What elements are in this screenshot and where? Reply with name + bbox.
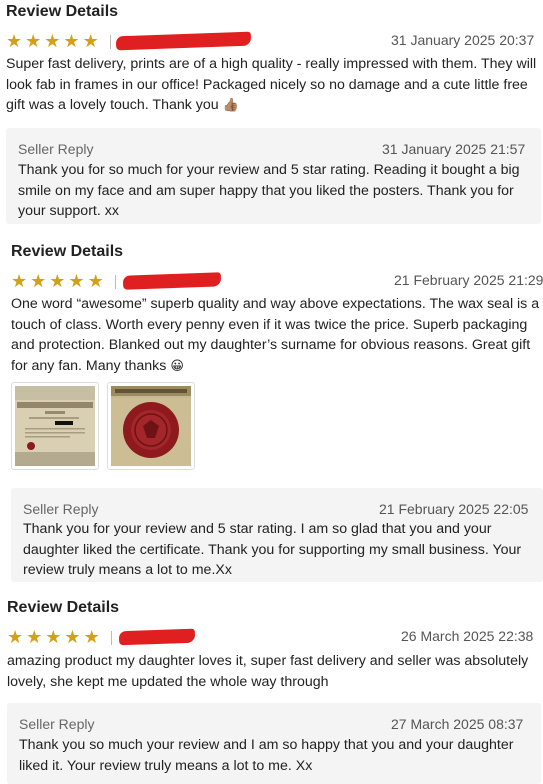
- review-date: 21 February 2025 21:29: [394, 272, 543, 288]
- star-icon: ★: [83, 627, 100, 647]
- review-photo-wax-seal[interactable]: [107, 382, 195, 470]
- star-icon: ★: [64, 627, 81, 647]
- divider: [110, 35, 111, 49]
- star-icon: ★: [68, 271, 85, 291]
- thumbs-up-icon: 👍🏽: [222, 97, 239, 112]
- star-icon: ★: [82, 31, 99, 51]
- reply-date: 21 February 2025 22:05: [379, 501, 529, 517]
- seller-reply: Seller Reply 31 January 2025 21:57 Thank…: [6, 128, 541, 224]
- seller-reply: Seller Reply 21 February 2025 22:05 Than…: [11, 488, 543, 582]
- star-icon: ★: [30, 271, 47, 291]
- review-meta: ★ ★ ★ ★ ★ 26 March 2025 22:38: [7, 628, 543, 648]
- review-meta: ★ ★ ★ ★ ★ 21 February 2025 21:29: [11, 272, 543, 292]
- reply-text: Thank you for your review and 5 star rat…: [23, 521, 522, 578]
- review-title: Review Details: [11, 243, 124, 260]
- star-icon: ★: [45, 627, 62, 647]
- redacted-username: [115, 31, 252, 51]
- review-photo-certificate[interactable]: [11, 382, 99, 470]
- review-text: One word “awesome” superb quality and wa…: [11, 294, 543, 376]
- certificate-photo: [15, 386, 95, 466]
- redacted-username: [118, 628, 196, 646]
- star-icon: ★: [87, 271, 104, 291]
- reply-label: Seller Reply: [19, 716, 95, 732]
- divider: [111, 631, 112, 645]
- review-meta: ★ ★ ★ ★ ★ 31 January 2025 20:37: [6, 31, 543, 52]
- star-rating: ★ ★ ★ ★ ★: [7, 628, 100, 646]
- reply-label: Seller Reply: [23, 501, 99, 517]
- review-text: amazing product my daughter loves it, su…: [7, 651, 543, 692]
- star-icon: ★: [26, 627, 43, 647]
- review-body: amazing product my daughter loves it, su…: [7, 653, 529, 690]
- star-icon: ★: [44, 31, 61, 51]
- review-body: One word “awesome” superb quality and wa…: [11, 296, 540, 374]
- review-body: Super fast delivery, prints are of a hig…: [6, 56, 537, 113]
- star-rating: ★ ★ ★ ★ ★: [11, 272, 104, 290]
- review-date: 31 January 2025 20:37: [391, 32, 535, 48]
- star-icon: ★: [11, 271, 28, 291]
- review-text: Super fast delivery, prints are of a hig…: [6, 54, 540, 116]
- star-icon: ★: [7, 627, 24, 647]
- review-title: Review Details: [7, 599, 120, 616]
- star-icon: ★: [6, 31, 23, 51]
- star-icon: ★: [63, 31, 80, 51]
- redacted-username: [122, 272, 222, 290]
- reply-label: Seller Reply: [18, 141, 94, 157]
- reply-text: Thank you for so much for your review an…: [18, 162, 520, 219]
- seller-reply: Seller Reply 27 March 2025 08:37 Thank y…: [7, 703, 541, 784]
- grinning-face-icon: 😀: [170, 357, 184, 373]
- wax-seal-photo: [111, 386, 191, 466]
- star-icon: ★: [25, 31, 42, 51]
- reply-date: 31 January 2025 21:57: [382, 141, 526, 157]
- star-rating: ★ ★ ★ ★ ★: [6, 32, 99, 50]
- divider: [115, 275, 116, 289]
- star-icon: ★: [49, 271, 66, 291]
- review-date: 26 March 2025 22:38: [401, 628, 534, 644]
- review-title: Review Details: [6, 3, 119, 20]
- reply-date: 27 March 2025 08:37: [391, 716, 524, 732]
- reply-text: Thank you so much your review and I am s…: [19, 737, 514, 774]
